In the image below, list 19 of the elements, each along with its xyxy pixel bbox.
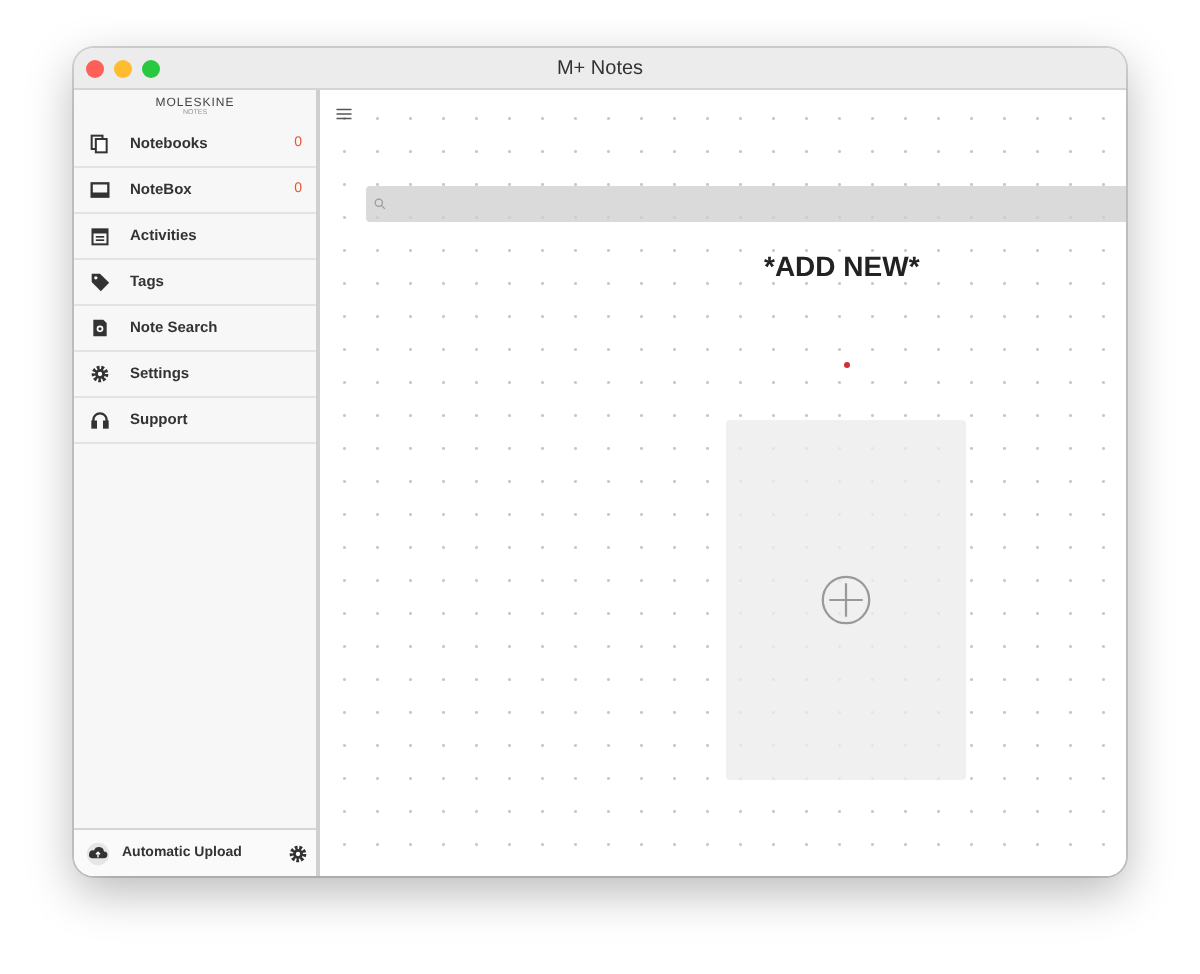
headphones-icon — [90, 409, 110, 429]
minimize-button[interactable] — [114, 59, 132, 77]
marker-dot — [844, 362, 850, 368]
window-title: M+ Notes — [556, 57, 644, 79]
search-icon — [374, 198, 386, 210]
calendar-icon — [90, 225, 110, 245]
tray-icon — [90, 179, 110, 199]
gear-icon — [90, 363, 110, 383]
settings-icon[interactable] — [288, 843, 308, 863]
add-icon[interactable] — [820, 574, 872, 626]
add-new-heading: *ADD NEW* — [764, 250, 920, 282]
notebooks-icon — [90, 133, 110, 153]
close-button[interactable] — [86, 59, 104, 77]
search-field[interactable] — [366, 186, 1126, 222]
cloud-upload-icon[interactable] — [86, 841, 110, 865]
menu-icon[interactable] — [336, 108, 352, 120]
document-search-icon — [90, 317, 110, 337]
zoom-button[interactable] — [142, 59, 160, 77]
tag-icon — [90, 271, 110, 291]
